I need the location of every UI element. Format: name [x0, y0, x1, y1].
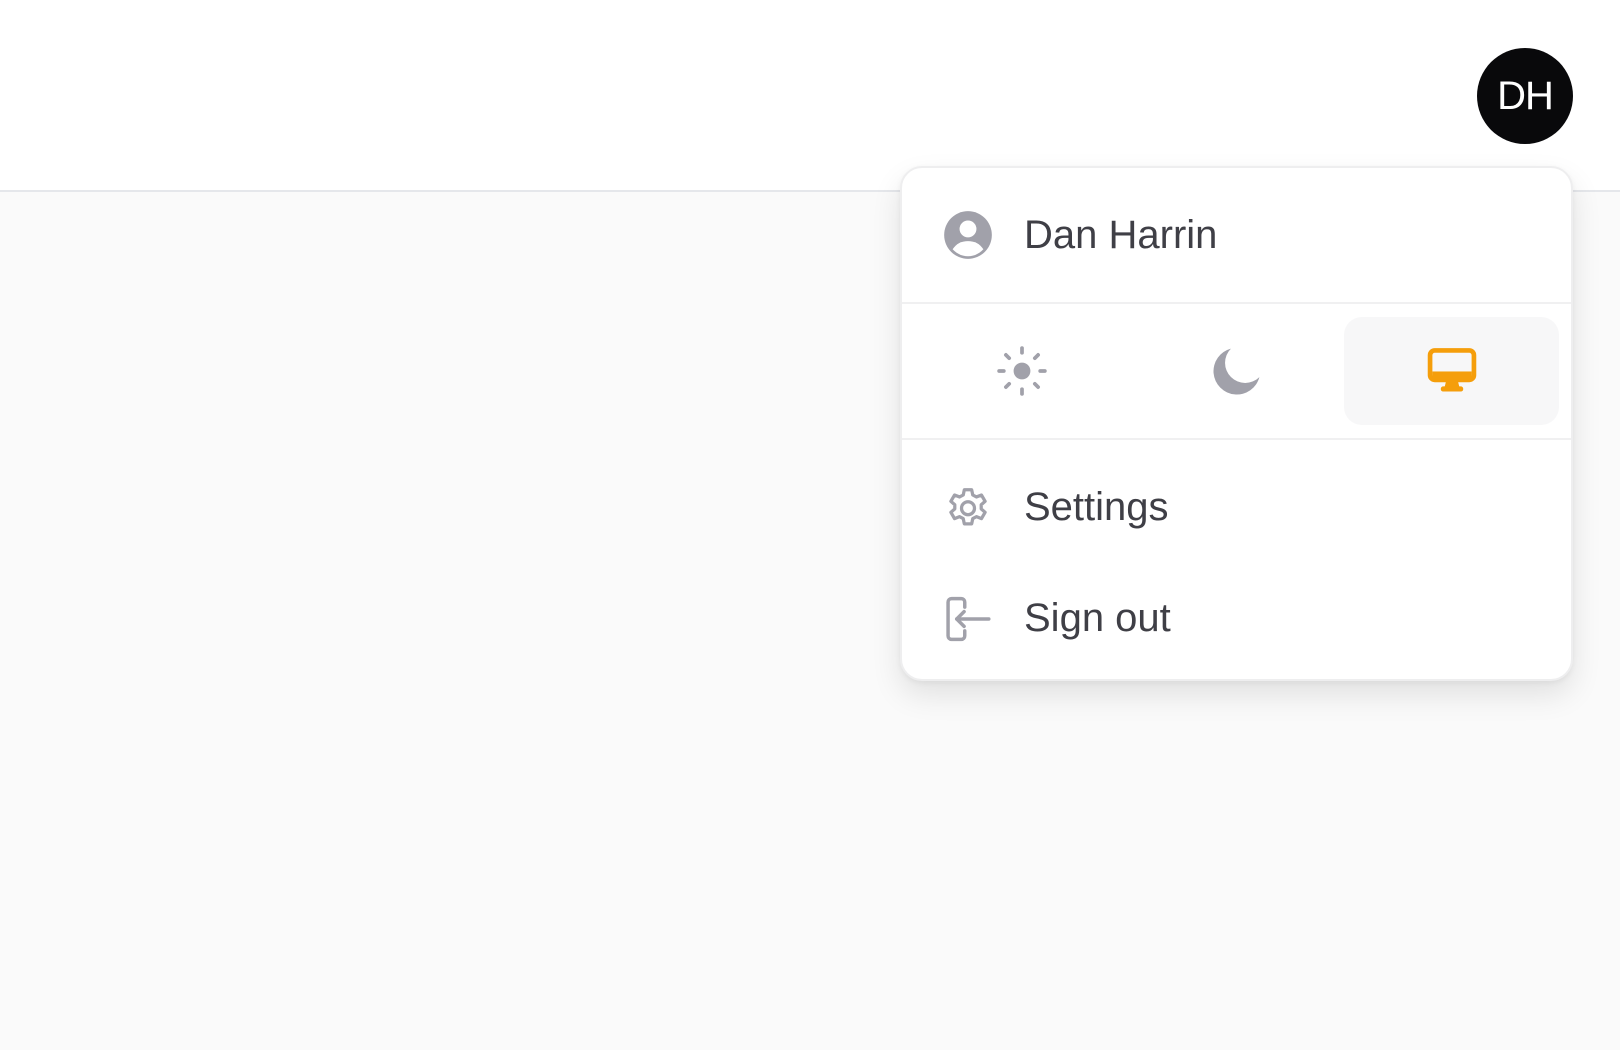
moon-icon: [1212, 348, 1259, 395]
settings-label: Settings: [1024, 485, 1169, 529]
avatar[interactable]: DH: [1477, 48, 1573, 144]
sign-out-label: Sign out: [1024, 596, 1171, 640]
theme-dark-button[interactable]: [1129, 317, 1344, 425]
theme-system-button[interactable]: [1344, 317, 1559, 425]
menu-items: Settings Sign out: [902, 440, 1571, 674]
theme-switcher: [902, 304, 1571, 438]
user-name: Dan Harrin: [1024, 212, 1218, 257]
sun-icon: [996, 346, 1047, 396]
user-menu-header: Dan Harrin: [902, 168, 1571, 302]
sign-out-icon: [946, 596, 991, 641]
user-circle-icon: [944, 211, 992, 259]
gear-icon: [949, 487, 987, 525]
theme-light-button[interactable]: [914, 317, 1129, 425]
sign-out-menu-item[interactable]: Sign out: [902, 563, 1571, 674]
settings-menu-item[interactable]: Settings: [902, 452, 1571, 563]
user-menu-dropdown: Dan Harrin Settings Sign out: [900, 166, 1573, 681]
top-bar: DH: [0, 0, 1620, 192]
computer-desktop-icon: [1427, 348, 1476, 392]
